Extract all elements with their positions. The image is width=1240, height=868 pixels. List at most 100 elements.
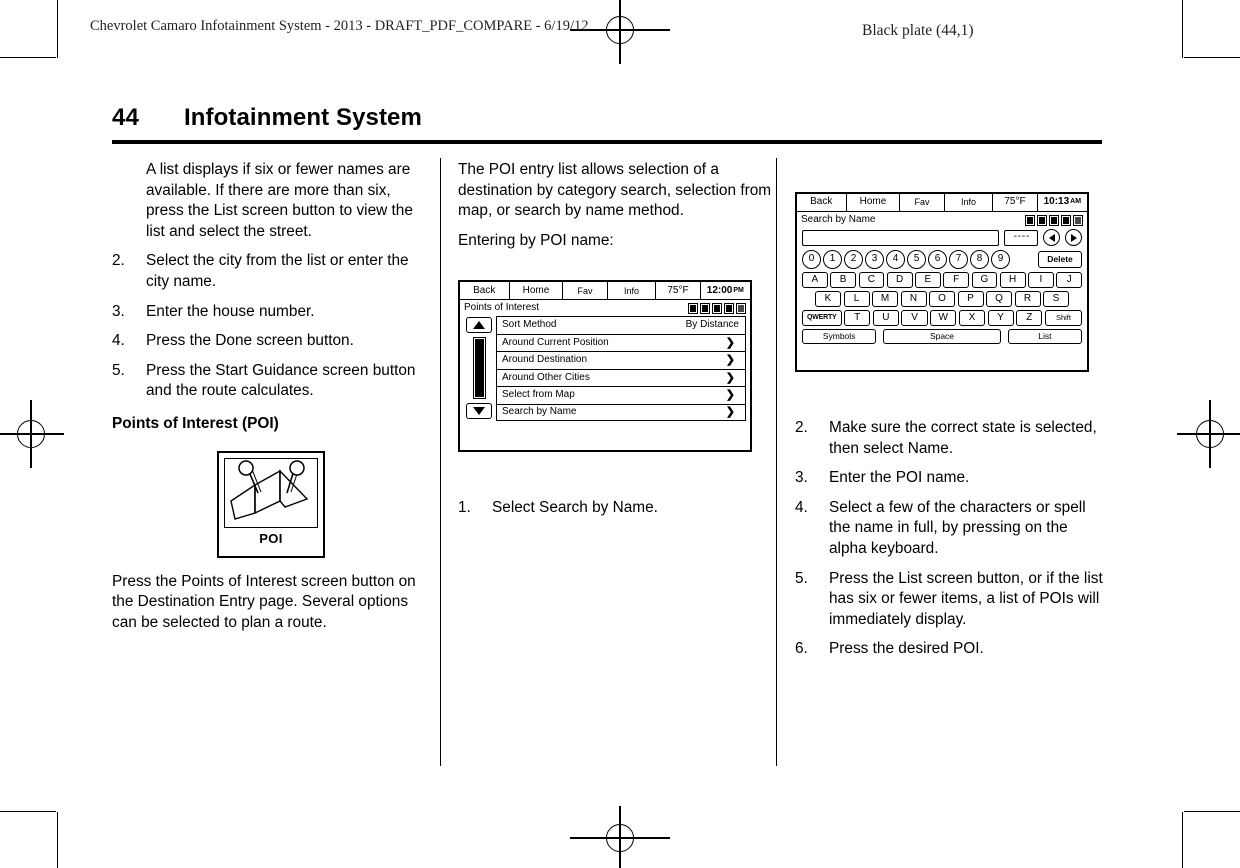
key-7[interactable]: 7 xyxy=(949,250,968,269)
screen-info-button[interactable]: Info xyxy=(945,194,994,211)
crop-mark-bottom-left-vertical xyxy=(57,812,59,868)
crop-mark-bottom-left-horizontal xyxy=(0,811,56,813)
key-0[interactable]: 0 xyxy=(802,250,821,269)
crop-mark-bottom-right-horizontal xyxy=(1184,811,1240,813)
col1-intro-paragraph: A list displays if six or fewer names ar… xyxy=(146,161,413,240)
list-item[interactable]: Sort Method By Distance xyxy=(496,316,746,334)
screen-back-button[interactable]: Back xyxy=(460,282,510,300)
qwerty-layout-key[interactable]: QWERTY xyxy=(802,310,842,326)
scroll-up-button[interactable] xyxy=(466,317,492,334)
crop-mark-top-right-vertical xyxy=(1182,0,1184,58)
key-6[interactable]: 6 xyxy=(928,250,947,269)
step-number: 2. xyxy=(112,252,125,270)
key-x[interactable]: X xyxy=(958,310,986,326)
key-m[interactable]: M xyxy=(872,291,898,307)
list-item[interactable]: Search by Name ❯ xyxy=(496,403,746,422)
scrollbar[interactable] xyxy=(472,337,486,400)
key-p[interactable]: P xyxy=(957,291,984,307)
symbols-key[interactable]: Symbols xyxy=(802,329,877,344)
scrollbar-thumb[interactable] xyxy=(474,339,484,398)
screen-home-button[interactable]: Home xyxy=(847,194,901,211)
phone-icon xyxy=(724,302,734,314)
screen-clock-display: 12:00 PM xyxy=(701,282,750,299)
key-f[interactable]: F xyxy=(943,272,969,288)
key-h[interactable]: H xyxy=(999,272,1026,288)
key-i[interactable]: I xyxy=(1028,272,1054,288)
key-n[interactable]: N xyxy=(900,291,927,307)
list-item: 6. Press the desired POI. xyxy=(795,639,1107,660)
mute-speaker-icon xyxy=(712,302,722,314)
space-key[interactable]: Space xyxy=(883,329,1001,344)
key-v[interactable]: V xyxy=(901,310,928,326)
step-text: Make sure the correct state is selected,… xyxy=(829,419,1097,457)
cursor-left-button[interactable] xyxy=(1043,229,1060,246)
state-selector-button[interactable]: - - - - xyxy=(1004,229,1038,246)
step-number: 4. xyxy=(112,332,125,350)
list-item: 5. Press the List screen button, or if th… xyxy=(795,569,1107,631)
triangle-up-icon xyxy=(473,321,485,330)
key-9[interactable]: 9 xyxy=(991,250,1010,269)
key-2[interactable]: 2 xyxy=(844,250,863,269)
screen-back-button[interactable]: Back xyxy=(797,194,847,211)
bluetooth-icon xyxy=(1073,214,1083,226)
step-number: 5. xyxy=(795,569,808,587)
list-item[interactable]: Around Current Position ❯ xyxy=(496,333,746,352)
key-y[interactable]: Y xyxy=(987,310,1014,326)
delete-key[interactable]: Delete xyxy=(1038,251,1082,268)
step-text: Press the List screen button, or if the … xyxy=(829,569,1103,628)
screen-status-icons xyxy=(688,302,746,314)
key-w[interactable]: W xyxy=(930,310,957,326)
screen-title: Search by Name xyxy=(801,213,876,225)
key-5[interactable]: 5 xyxy=(907,250,926,269)
phone-icon xyxy=(1061,214,1071,226)
key-8[interactable]: 8 xyxy=(970,250,989,269)
scroll-down-button[interactable] xyxy=(466,403,492,420)
key-u[interactable]: U xyxy=(872,310,899,326)
no-message-icon xyxy=(700,302,710,314)
key-s[interactable]: S xyxy=(1043,291,1069,307)
screen-fav-button[interactable]: Fav xyxy=(900,194,945,211)
number-key-row: 0 1 2 3 4 5 6 7 8 9 Delete xyxy=(802,250,1082,269)
title-rule xyxy=(112,140,1102,144)
list-item[interactable]: Select from Map ❯ xyxy=(496,386,746,404)
shift-key[interactable]: Shift xyxy=(1044,310,1083,326)
col1-subheading: Points of Interest (POI) xyxy=(112,414,279,432)
list-item[interactable]: Around Other Cities ❯ xyxy=(496,368,746,387)
key-r[interactable]: R xyxy=(1014,291,1041,307)
key-o[interactable]: O xyxy=(929,291,955,307)
screen-info-button[interactable]: Info xyxy=(608,282,657,300)
page-title: 44 Infotainment System xyxy=(112,104,1102,132)
search-input[interactable] xyxy=(802,229,999,246)
key-l[interactable]: L xyxy=(843,291,870,307)
list-item: 3. Enter the house number. xyxy=(112,302,432,323)
key-a[interactable]: A xyxy=(802,272,828,288)
key-g[interactable]: G xyxy=(971,272,998,288)
screen-fav-button[interactable]: Fav xyxy=(563,282,608,300)
key-z[interactable]: Z xyxy=(1016,310,1043,326)
key-4[interactable]: 4 xyxy=(886,250,905,269)
col3-step-list: 2. Make sure the correct state is selecte… xyxy=(795,418,1107,660)
key-t[interactable]: T xyxy=(844,310,871,326)
list-key[interactable]: List xyxy=(1007,329,1082,344)
key-q[interactable]: Q xyxy=(986,291,1012,307)
key-j[interactable]: J xyxy=(1056,272,1082,288)
mute-speaker-icon xyxy=(1049,214,1059,226)
crop-mark-bottom-right-vertical xyxy=(1182,812,1184,868)
key-1[interactable]: 1 xyxy=(823,250,842,269)
list-item: 4. Select a few of the characters or spel… xyxy=(795,498,1107,560)
screen-home-button[interactable]: Home xyxy=(510,282,564,300)
step-text: Enter the POI name. xyxy=(829,469,970,487)
key-k[interactable]: K xyxy=(815,291,841,307)
step-number: 3. xyxy=(795,469,808,487)
cursor-right-button[interactable] xyxy=(1065,229,1082,246)
key-c[interactable]: C xyxy=(858,272,885,288)
scroll-controls xyxy=(464,316,494,421)
key-e[interactable]: E xyxy=(915,272,941,288)
key-d[interactable]: D xyxy=(886,272,913,288)
key-3[interactable]: 3 xyxy=(865,250,884,269)
step-text: Enter the house number. xyxy=(146,302,315,320)
poi-figure-label: POI xyxy=(259,530,283,546)
key-b[interactable]: B xyxy=(830,272,856,288)
list-item[interactable]: Around Destination ❯ xyxy=(496,351,746,369)
step-number: 2. xyxy=(795,419,808,436)
